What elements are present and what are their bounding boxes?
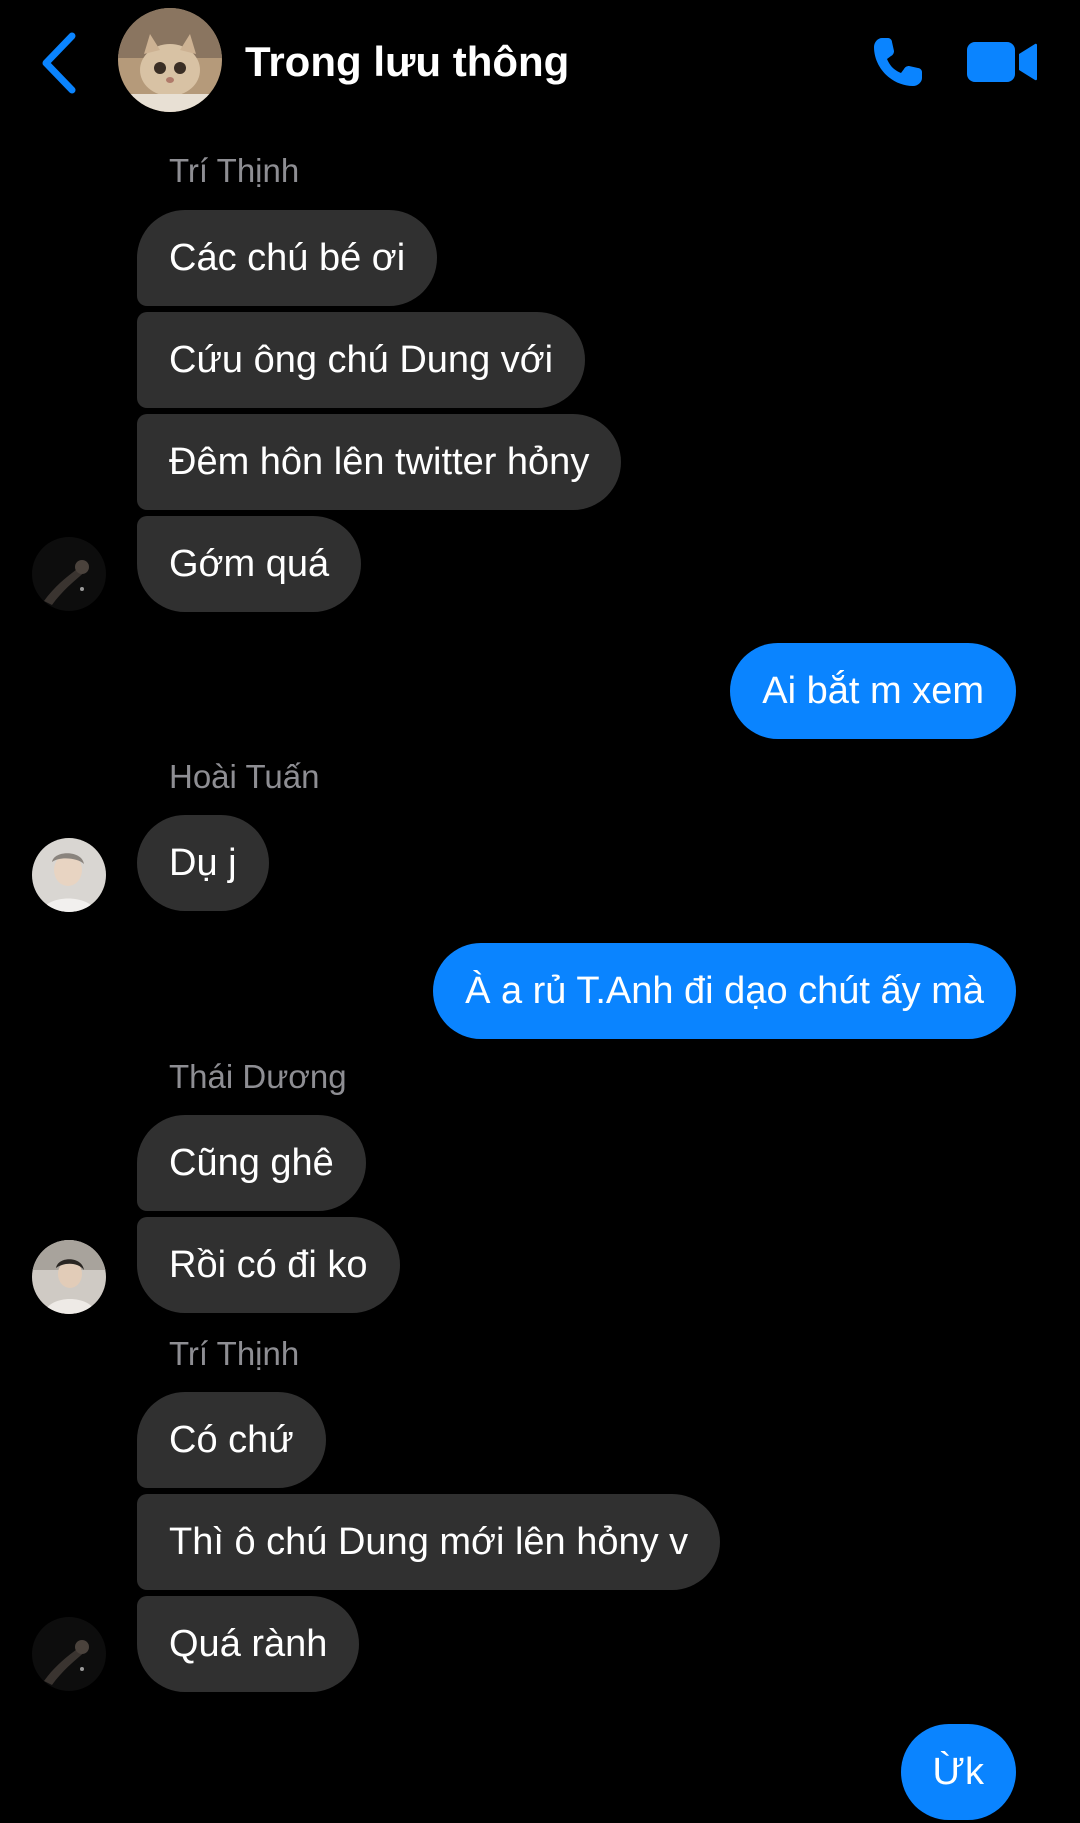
- message-bubble-outgoing[interactable]: À a rủ T.Anh đi dạo chút ấy mà: [433, 943, 1016, 1039]
- chat-title[interactable]: Trong lưu thông: [245, 38, 569, 86]
- message-bubble-incoming[interactable]: Đêm hôn lên twitter hỏny: [137, 414, 622, 510]
- sender-name: Hoài Tuấn: [169, 758, 320, 795]
- message-bubble-incoming[interactable]: Dụ j: [137, 815, 269, 911]
- message-bubble-incoming[interactable]: Cứu ông chú Dung với: [137, 312, 586, 408]
- sender-name: Trí Thịnh: [169, 1335, 300, 1372]
- video-call-button[interactable]: [965, 36, 1039, 88]
- sender-avatar[interactable]: [32, 838, 106, 912]
- message-bubble-incoming[interactable]: Rồi có đi ko: [137, 1217, 400, 1313]
- chevron-left-icon: [42, 32, 76, 94]
- group-avatar[interactable]: [118, 8, 222, 112]
- message-bubble-outgoing[interactable]: Ừk: [900, 1724, 1016, 1820]
- sender-avatar[interactable]: [32, 1240, 106, 1314]
- message-bubble-incoming[interactable]: Cũng ghê: [137, 1115, 366, 1211]
- phone-icon: [874, 38, 922, 86]
- back-button[interactable]: [36, 28, 86, 98]
- message-bubble-incoming[interactable]: Gớm quá: [137, 516, 362, 612]
- sender-avatar[interactable]: [32, 537, 106, 611]
- message-bubble-incoming[interactable]: Các chú bé ơi: [137, 210, 438, 306]
- message-bubble-incoming[interactable]: Quá rành: [137, 1596, 360, 1692]
- message-bubble-outgoing[interactable]: Ai bắt m xem: [730, 643, 1016, 739]
- message-bubble-incoming[interactable]: Có chứ: [137, 1392, 326, 1488]
- call-button[interactable]: [868, 32, 928, 92]
- video-camera-icon: [967, 42, 1037, 82]
- sender-avatar[interactable]: [32, 1617, 106, 1691]
- message-bubble-incoming[interactable]: Thì ô chú Dung mới lên hỏny v: [137, 1494, 721, 1590]
- sender-name: Thái Dương: [169, 1058, 347, 1095]
- sender-name: Trí Thịnh: [169, 152, 300, 189]
- chat-header: Trong lưu thông: [0, 0, 1080, 130]
